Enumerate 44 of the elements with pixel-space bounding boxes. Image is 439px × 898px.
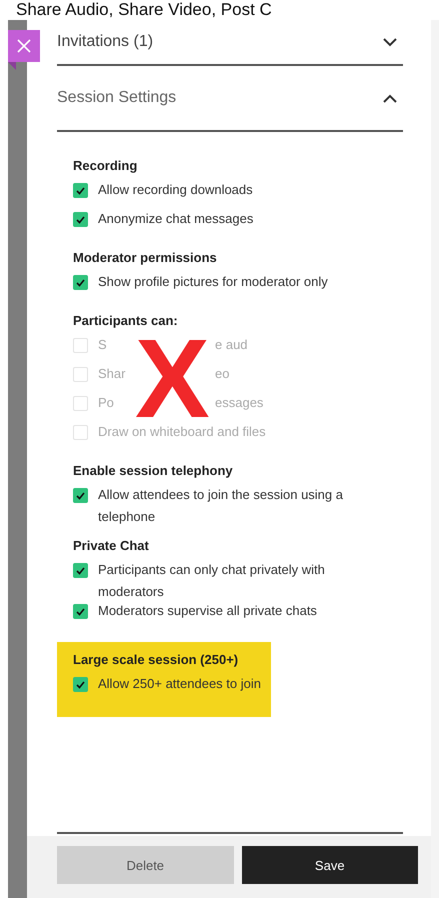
section-title: Recording: [73, 158, 138, 173]
checkbox[interactable]: [73, 488, 88, 503]
checkbox-label: Allow 250+ attendees to join: [98, 675, 261, 693]
checkbox-label: Anonymize chat messages: [98, 210, 254, 228]
checkbox-label: Moderators supervise all private chats: [98, 602, 317, 620]
checkbox-label: Draw on whiteboard and files: [98, 423, 266, 441]
checkbox-label-fragment: Shar: [98, 365, 126, 383]
chevron-up-icon[interactable]: [383, 94, 397, 102]
tab-fold-icon: [8, 62, 16, 70]
checkbox-label-fragment: e aud: [215, 336, 248, 354]
checkbox[interactable]: [73, 275, 88, 290]
check-icon: [76, 680, 85, 688]
checkbox-label-fragment: S: [98, 336, 108, 354]
section-title: Enable session telephony: [73, 463, 234, 478]
section-title: Moderator permissions: [73, 250, 218, 265]
check-icon: [76, 278, 85, 286]
checkbox[interactable]: [73, 677, 88, 692]
delete-button[interactable]: Delete: [57, 846, 234, 884]
checkbox[interactable]: [73, 212, 88, 227]
checkbox-label: Allow attendees to join the session using a telephone: [98, 486, 344, 526]
checkbox-label-fragment: Po: [98, 394, 115, 412]
accordion-title[interactable]: Session Settings: [57, 89, 176, 107]
section-title: Participants can:: [73, 313, 179, 328]
checkbox-label: Allow recording downloads: [98, 181, 253, 199]
section-title: Private Chat: [73, 538, 150, 553]
section-title: Large scale session (250+): [73, 652, 240, 667]
check-icon: [76, 566, 85, 574]
close-button[interactable]: [8, 30, 40, 62]
check-icon: [76, 608, 85, 616]
checkbox-label: Show profile pictures for moderator only: [98, 273, 328, 291]
checkbox-label-fragment: essages: [215, 394, 264, 412]
check-icon: [76, 216, 85, 224]
check-icon: [76, 186, 85, 194]
checkbox[interactable]: [73, 604, 88, 619]
annotation-mark: X: [135, 337, 210, 421]
chevron-down-icon[interactable]: [383, 38, 397, 46]
checkbox-label-fragment: eo: [215, 365, 230, 383]
checkbox-label: Participants can only chat privately with moderators: [98, 561, 326, 601]
checkbox[interactable]: [73, 563, 88, 578]
accordion-title[interactable]: Invitations (1): [57, 33, 154, 51]
checkbox[interactable]: [73, 183, 88, 198]
close-icon: [17, 39, 31, 53]
save-button[interactable]: Save: [242, 846, 418, 884]
check-icon: [76, 492, 85, 500]
